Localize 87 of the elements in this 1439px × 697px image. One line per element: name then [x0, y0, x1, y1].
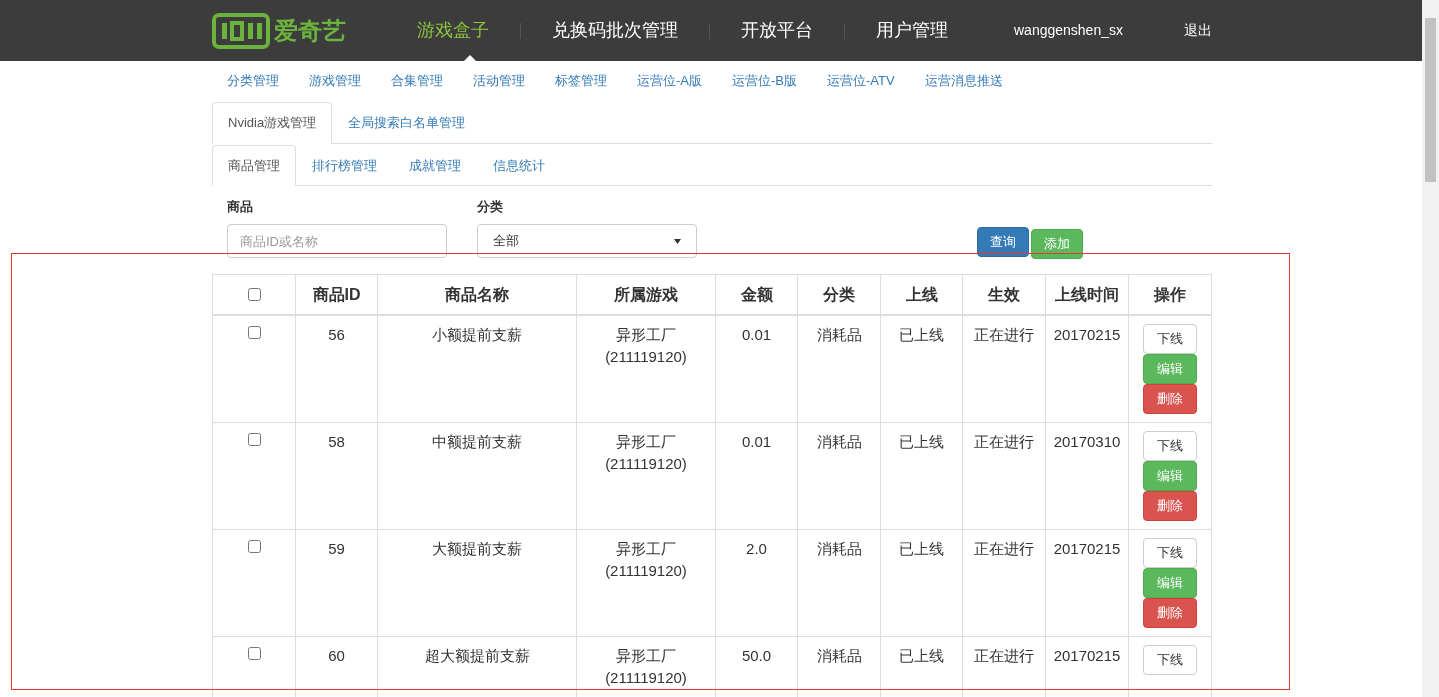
search-field[interactable]: 商品ID或名称 — [227, 224, 447, 258]
column-header: 生效 — [963, 275, 1046, 314]
table-cell-text: 已上线 — [899, 646, 944, 666]
tab[interactable]: 商品管理 — [212, 145, 296, 186]
table-cell-text: 正在进行 — [974, 646, 1034, 666]
subnav-link[interactable]: 运营位-B版 — [717, 71, 812, 91]
table-cell-text: 0.01 — [741, 432, 772, 452]
table-cell-text: 消耗品 — [816, 539, 862, 559]
tab[interactable]: 全局搜索白名单管理 — [332, 102, 482, 144]
tab[interactable]: 排行榜管理 — [296, 145, 393, 186]
table-cell-text: 异形工厂 (211119120) — [605, 432, 687, 474]
subnav-link[interactable]: 分类管理 — [212, 71, 294, 91]
offline-button[interactable]: 下线 — [1143, 538, 1197, 568]
table-cell-text: 60 — [328, 646, 345, 666]
edit-button[interactable]: 编辑 — [1143, 354, 1197, 384]
row-checkbox[interactable] — [247, 326, 261, 339]
query-button[interactable]: 查询 — [977, 227, 1029, 257]
column-header: 操作 — [1129, 275, 1212, 314]
table-cell-text: 大额提前支薪 — [432, 539, 522, 559]
table-cell-text: 小额提前支薪 — [432, 325, 522, 345]
table-cell-text: 正在进行 — [974, 432, 1034, 452]
subnav-link[interactable]: 游戏管理 — [294, 71, 376, 91]
table-cell-text: 消耗品 — [816, 325, 862, 345]
username: wanggenshen_sx — [1014, 21, 1123, 40]
column-header: 上线 — [881, 275, 963, 314]
subnav-link[interactable]: 运营消息推送 — [909, 71, 1018, 91]
table-cell-text: 正在进行 — [974, 539, 1034, 559]
table-cell-text: 已上线 — [899, 325, 944, 345]
category-select[interactable]: 全部 — [477, 224, 697, 258]
edit-button[interactable]: 编辑 — [1143, 568, 1197, 598]
table-cell-text: 20170310 — [1053, 432, 1121, 452]
delete-button[interactable]: 删除 — [1143, 384, 1197, 414]
tab[interactable]: 信息统计 — [477, 145, 561, 186]
subnav-link[interactable]: 运营位-ATV — [812, 71, 910, 91]
table-cell-text: 50.0 — [741, 646, 772, 666]
column-header: 分类 — [798, 275, 881, 314]
add-button[interactable]: 添加 — [1031, 229, 1083, 259]
table-cell-text: 超大额提前支薪 — [424, 646, 530, 666]
table-cell-text: 58 — [328, 432, 345, 452]
nav-link[interactable]: 游戏盒子 — [386, 17, 520, 44]
table-cell-text: 2.0 — [746, 539, 767, 559]
row-checkbox[interactable] — [247, 433, 261, 446]
delete-button[interactable]: 删除 — [1143, 598, 1197, 628]
column-header: 商品ID — [296, 275, 378, 314]
caret-icon — [674, 238, 681, 244]
table-cell-text: 20170215 — [1053, 539, 1121, 559]
row-checkbox[interactable] — [247, 647, 261, 660]
table-cell-text: 0.01 — [741, 325, 772, 345]
select-all-checkbox[interactable] — [247, 288, 261, 301]
table-cell-text: 正在进行 — [974, 325, 1034, 345]
column-header: 上线时间 — [1046, 275, 1129, 314]
table-cell-text: 消耗品 — [816, 646, 862, 666]
table-cell-text: 中额提前支薪 — [432, 432, 522, 452]
table-cell-text: 59 — [328, 539, 345, 559]
subnav-link[interactable]: 活动管理 — [458, 71, 540, 91]
logout-link[interactable]: 退出 — [1184, 20, 1212, 41]
table-cell-text: 异形工厂 (211119120) — [605, 646, 687, 688]
table-cell-text: 已上线 — [899, 432, 944, 452]
logo-text: 爱奇艺 — [274, 15, 346, 46]
subnav-link[interactable]: 标签管理 — [540, 71, 622, 91]
table-cell-text: 消耗品 — [816, 432, 862, 452]
nav-link[interactable]: 用户管理 — [845, 17, 979, 44]
offline-button[interactable]: 下线 — [1143, 645, 1197, 675]
subnav-link[interactable]: 运营位-A版 — [622, 71, 717, 91]
table-cell-text: 56 — [328, 325, 345, 345]
offline-button[interactable]: 下线 — [1143, 324, 1197, 354]
tab[interactable]: 成就管理 — [393, 145, 477, 186]
nav-link[interactable]: 兑换码批次管理 — [521, 17, 709, 44]
table-cell-text: 20170215 — [1053, 646, 1121, 666]
nav-link[interactable]: 开放平台 — [710, 17, 844, 44]
logo-icon — [212, 10, 270, 51]
table-cell-text: 20170215 — [1053, 325, 1121, 345]
column-header: 商品名称 — [378, 275, 577, 314]
table-cell-text: 异形工厂 (211119120) — [605, 539, 687, 581]
table-cell-text: 异形工厂 (211119120) — [605, 325, 687, 367]
active-pointer-icon — [464, 55, 476, 61]
field-label: 商品 — [227, 197, 254, 216]
edit-button[interactable]: 编辑 — [1143, 461, 1197, 491]
tab[interactable]: Nvidia游戏管理 — [212, 102, 333, 144]
column-header: 所属游戏 — [577, 275, 716, 314]
subnav-link[interactable]: 合集管理 — [376, 71, 458, 91]
field-label: 分类 — [477, 197, 504, 216]
offline-button[interactable]: 下线 — [1143, 431, 1197, 461]
table-cell-text: 已上线 — [899, 539, 944, 559]
delete-button[interactable]: 删除 — [1143, 491, 1197, 521]
row-checkbox[interactable] — [247, 540, 261, 553]
column-header: 金额 — [716, 275, 798, 314]
